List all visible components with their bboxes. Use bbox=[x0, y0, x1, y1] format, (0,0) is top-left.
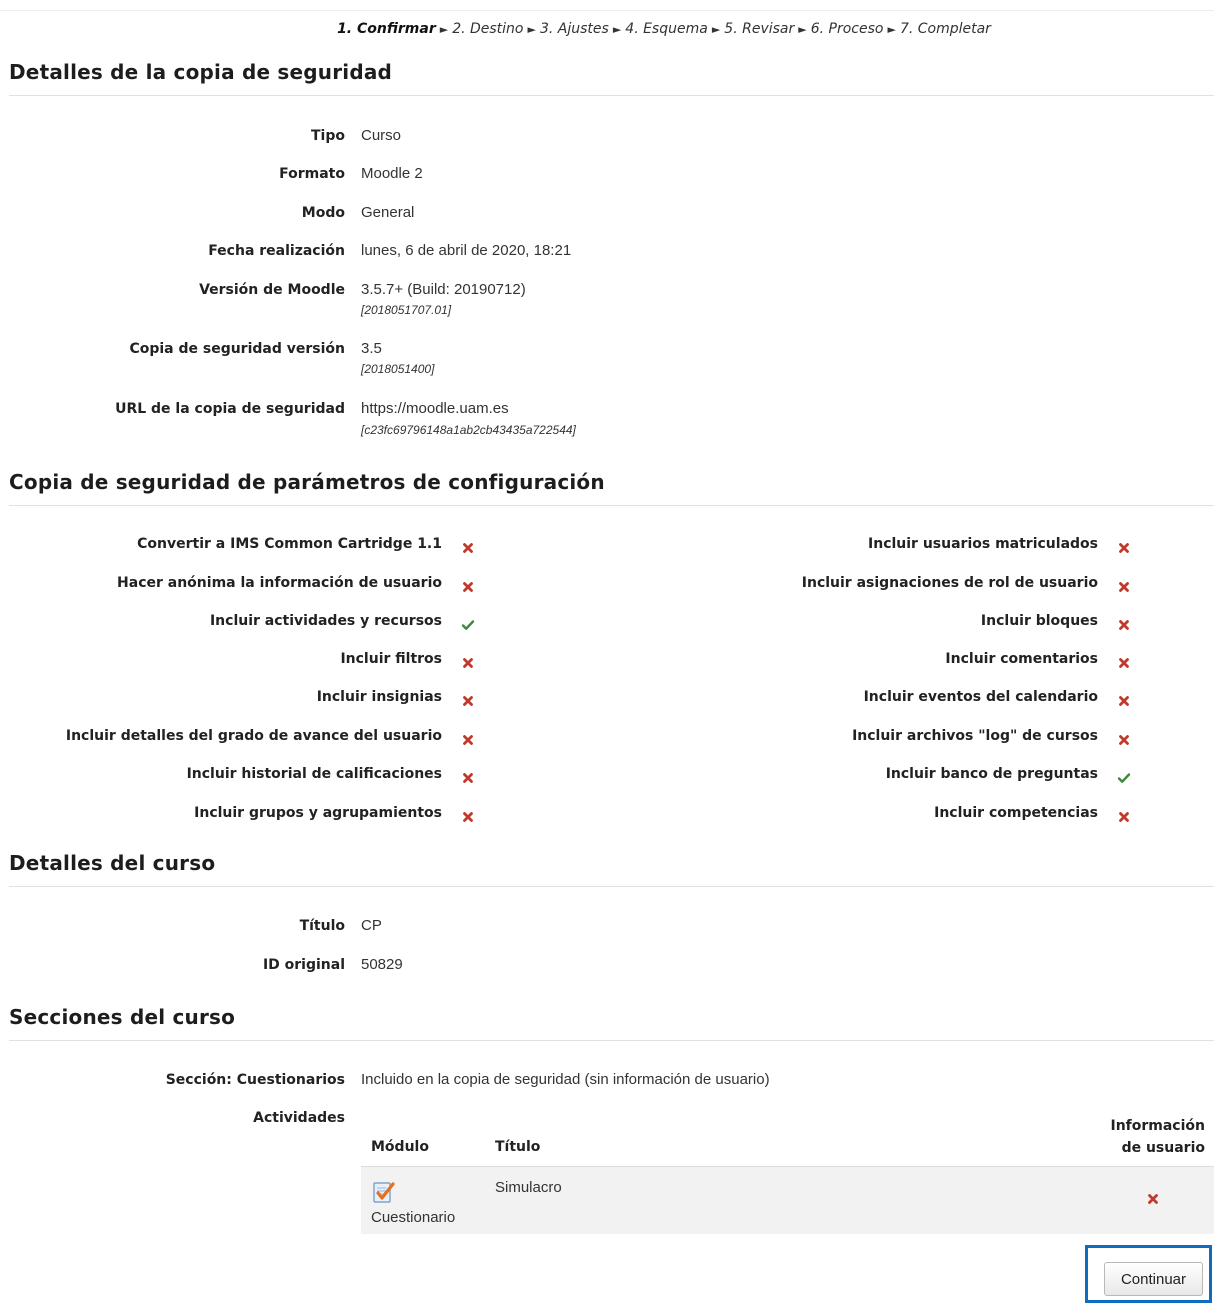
setting-label: Hacer anónima la información de usuario bbox=[117, 575, 442, 591]
detail-value-backup-url: https://moodle.uam.es bbox=[361, 400, 509, 417]
detail-label-backup-url: URL de la copia de seguridad bbox=[115, 401, 345, 417]
detail-label-type: Tipo bbox=[311, 128, 345, 144]
step-separator-icon: ► bbox=[798, 23, 807, 36]
cross-icon bbox=[1117, 618, 1131, 632]
cross-icon bbox=[1117, 694, 1131, 708]
module-name: Cuestionario bbox=[371, 1209, 456, 1226]
setting-label: Incluir actividades y recursos bbox=[209, 613, 442, 629]
section-divider bbox=[9, 886, 1214, 887]
quiz-icon bbox=[372, 1180, 396, 1204]
column-header-user-info-line: de usuario bbox=[1121, 1140, 1205, 1156]
section-value: Incluido en la copia de seguridad (sin i… bbox=[361, 1071, 770, 1088]
cross-icon bbox=[461, 771, 475, 785]
detail-value-backup-version: 3.5 bbox=[361, 340, 382, 357]
step-separator-icon: ► bbox=[612, 23, 622, 36]
cross-icon bbox=[461, 694, 475, 708]
course-label-title: Título bbox=[299, 918, 345, 934]
detail-value-type: Curso bbox=[361, 127, 402, 144]
step-settings: 3. Ajustes bbox=[539, 21, 609, 37]
section-divider bbox=[9, 95, 1214, 96]
setting-label: Incluir asignaciones de rol de usuario bbox=[801, 575, 1098, 591]
detail-label-moodle-version: Versión de Moodle bbox=[199, 282, 345, 298]
setting-label: Incluir historial de calificaciones bbox=[186, 766, 442, 782]
step-separator-icon: ► bbox=[711, 23, 721, 36]
setting-label: Incluir detalles del grado de avance del… bbox=[65, 728, 442, 744]
top-divider bbox=[0, 10, 1214, 11]
course-sections-title: Secciones del curso bbox=[9, 1005, 236, 1029]
setting-label: Incluir grupos y agrupamientos bbox=[194, 805, 442, 821]
setting-label: Incluir archivos "log" de cursos bbox=[852, 728, 1098, 744]
continue-button[interactable]: Continuar bbox=[1104, 1262, 1203, 1296]
cross-icon bbox=[461, 541, 475, 555]
setting-label: Incluir eventos del calendario bbox=[863, 689, 1098, 705]
section-divider bbox=[9, 505, 1214, 506]
cross-icon bbox=[1117, 580, 1131, 594]
detail-sub-backup-version: [2018051400] bbox=[361, 362, 435, 376]
detail-sub-backup-url: [c23fc69796148a1ab2cb43435a722544] bbox=[361, 423, 576, 437]
cross-icon bbox=[461, 810, 475, 824]
setting-label: Incluir banco de preguntas bbox=[885, 766, 1098, 782]
setting-label: Incluir filtros bbox=[340, 651, 442, 667]
step-complete: 7. Completar bbox=[899, 21, 991, 37]
course-label-original-id: ID original bbox=[262, 957, 345, 973]
detail-label-format: Formato bbox=[279, 166, 345, 182]
detail-label-mode: Modo bbox=[301, 205, 345, 221]
step-confirm: 1. Confirmar bbox=[337, 21, 436, 37]
setting-label: Incluir usuarios matriculados bbox=[868, 536, 1098, 552]
detail-sub-moodle-version: [2018051707.01] bbox=[361, 303, 452, 317]
step-review: 5. Revisar bbox=[724, 21, 795, 37]
step-schema: 4. Esquema bbox=[625, 21, 708, 37]
detail-label-date: Fecha realización bbox=[208, 243, 345, 259]
section-label: Sección: Cuestionarios bbox=[165, 1072, 345, 1088]
detail-value-mode: General bbox=[361, 204, 415, 221]
step-separator-icon: ► bbox=[887, 23, 896, 36]
continue-highlight: Continuar bbox=[1085, 1245, 1212, 1303]
section-divider bbox=[9, 1040, 1214, 1041]
column-header-user-info-line: Información bbox=[1110, 1118, 1205, 1134]
cross-icon bbox=[461, 656, 475, 670]
table-row: Cuestionario Simulacro bbox=[361, 1167, 1214, 1234]
step-process: 6. Proceso bbox=[810, 21, 884, 37]
cross-icon bbox=[1146, 1192, 1160, 1206]
cross-icon bbox=[1117, 733, 1131, 747]
cross-icon bbox=[1117, 656, 1131, 670]
setting-label: Incluir comentarios bbox=[945, 651, 1098, 667]
setting-label: Convertir a IMS Common Cartridge 1.1 bbox=[137, 536, 442, 552]
cross-icon bbox=[461, 733, 475, 747]
backup-details-title: Detalles de la copia de seguridad bbox=[9, 60, 393, 84]
cross-icon bbox=[1117, 810, 1131, 824]
detail-value-date: lunes, 6 de abril de 2020, 18:21 bbox=[361, 242, 572, 259]
column-header-title: Título bbox=[495, 1139, 541, 1155]
course-value-original-id: 50829 bbox=[361, 956, 403, 973]
detail-value-moodle-version: 3.5.7+ (Build: 20190712) bbox=[361, 281, 526, 298]
detail-label-backup-version: Copia de seguridad versión bbox=[129, 341, 345, 357]
course-value-title: CP bbox=[361, 917, 382, 934]
activities-table: Módulo Título Información de usuario Cue… bbox=[361, 1108, 1214, 1234]
check-icon bbox=[1117, 771, 1131, 785]
detail-value-format: Moodle 2 bbox=[361, 165, 423, 182]
course-details-title: Detalles del curso bbox=[9, 851, 216, 875]
setting-label: Incluir bloques bbox=[980, 613, 1098, 629]
column-header-module: Módulo bbox=[371, 1139, 429, 1155]
step-destination: 2. Destino bbox=[452, 21, 524, 37]
activities-label: Actividades bbox=[253, 1110, 345, 1126]
check-icon bbox=[461, 618, 475, 632]
settings-title: Copia de seguridad de parámetros de conf… bbox=[9, 470, 605, 494]
cross-icon bbox=[1117, 541, 1131, 555]
step-separator-icon: ► bbox=[527, 23, 536, 36]
setting-label: Incluir insignias bbox=[316, 689, 442, 705]
setting-label: Incluir competencias bbox=[934, 805, 1098, 821]
cross-icon bbox=[461, 580, 475, 594]
backup-stepper: 1. Confirmar ► 2. Destino ► 3. Ajustes ► 4. Es… bbox=[0, 21, 1214, 37]
activity-title: Simulacro bbox=[495, 1179, 562, 1196]
column-header-user-info: Información de usuario bbox=[1110, 1115, 1205, 1159]
step-separator-icon: ► bbox=[439, 23, 449, 36]
